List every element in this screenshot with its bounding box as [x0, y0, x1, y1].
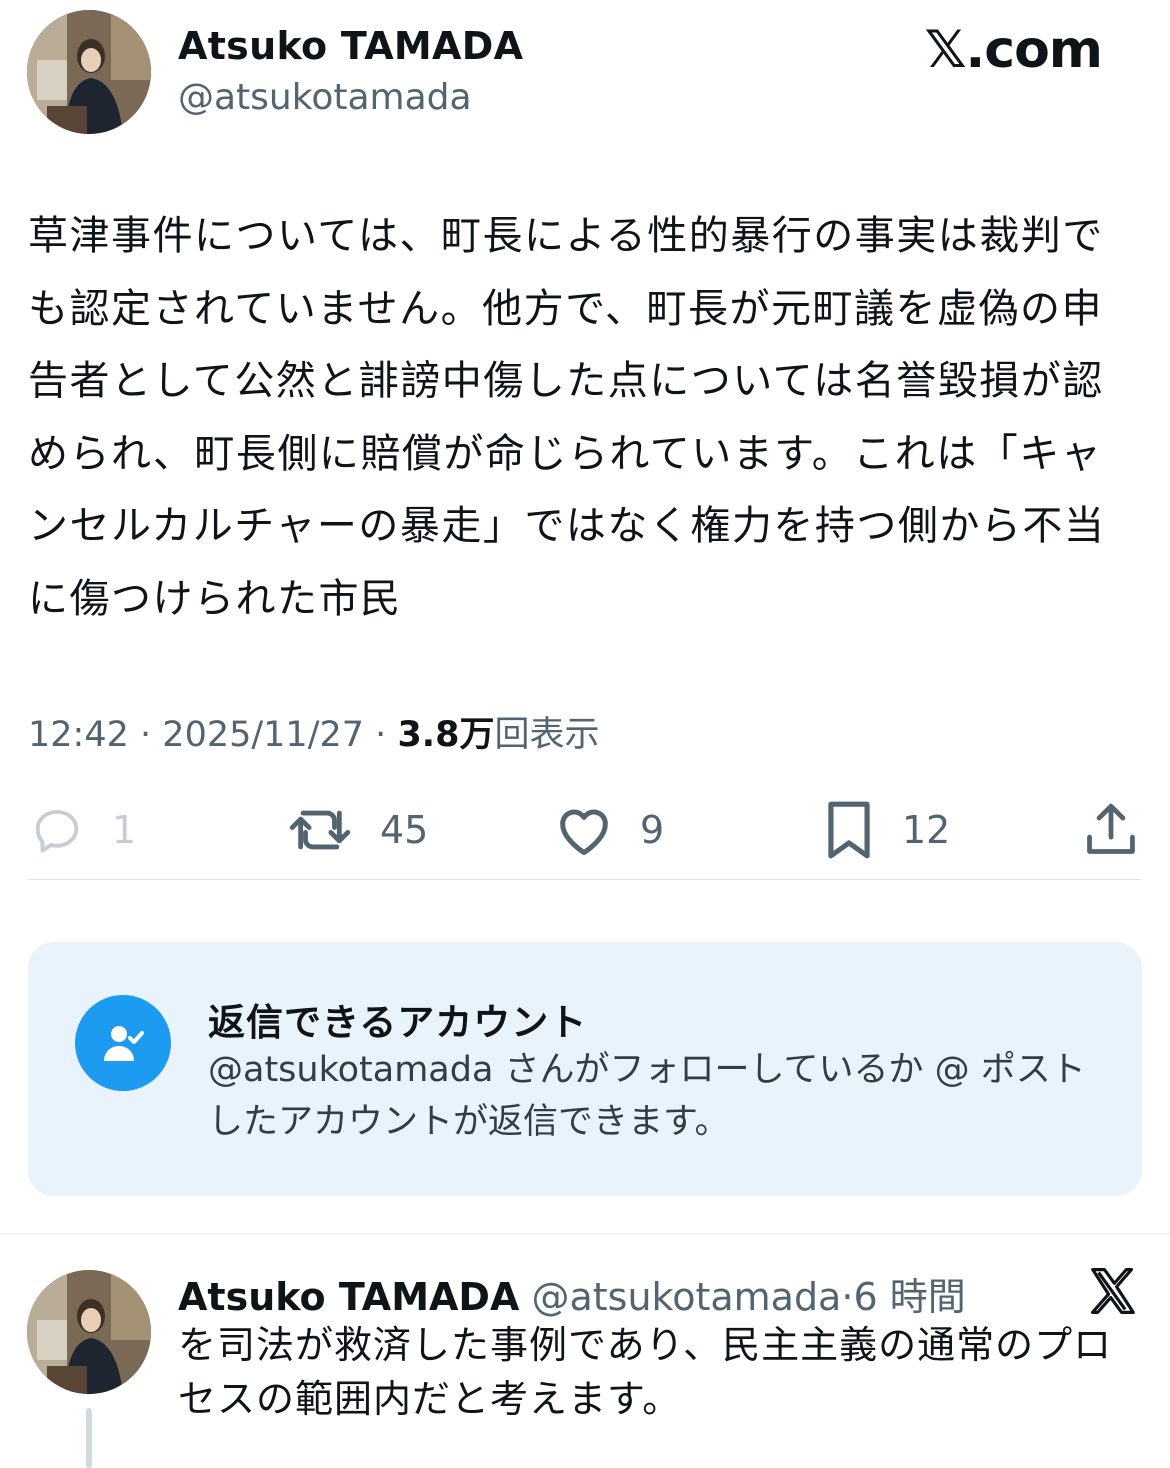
avatar-photo: [27, 10, 151, 134]
x-com-logo: 𝕏.com: [924, 20, 1103, 80]
repost-icon: [289, 810, 351, 850]
post-date[interactable]: 2025/11/27: [162, 715, 364, 755]
meta-separator: ·: [140, 715, 152, 755]
section-divider: [0, 1233, 1170, 1235]
post-text: 草津事件については、町長による性的暴行の事実は裁判でも認定されていません。他方で…: [28, 213, 1106, 622]
share-button[interactable]: [1082, 790, 1140, 870]
thread-author-name[interactable]: Atsuko TAMADA: [178, 1275, 519, 1319]
like-button[interactable]: 9: [554, 790, 664, 870]
thread-author-handle[interactable]: @atsukotamada: [531, 1275, 841, 1319]
meta-separator: ·: [375, 715, 387, 755]
reply-icon: [35, 809, 79, 853]
post-time: 12:42: [28, 715, 129, 755]
avatar-photo: [27, 1270, 151, 1394]
share-icon: [1087, 803, 1135, 854]
repost-count: 45: [380, 808, 429, 852]
x-logo-icon: [1090, 1268, 1135, 1314]
reply-restriction-badge: [75, 995, 171, 1091]
action-bar: 1 45 9 12: [28, 790, 1142, 870]
user-check-icon: [104, 1026, 144, 1061]
thread-connector-line: [86, 1408, 92, 1468]
thread-reply-text: を司法が救済した事例であり、民主主義の通常のプロセスの範囲内だと考えます。: [178, 1323, 1113, 1421]
author-handle[interactable]: @atsukotamada: [178, 77, 472, 118]
divider: [28, 879, 1142, 880]
repost-button[interactable]: 45: [286, 790, 428, 870]
bookmark-icon: [828, 801, 870, 859]
thread-reply-time[interactable]: 6 時間: [853, 1275, 965, 1319]
post-meta: 12:42 · 2025/11/27 · 3.8万回表示: [28, 706, 599, 757]
reply-restriction-description: @atsukotamada さんがフォローしているか @ ポストしたアカウントが…: [208, 1050, 1086, 1142]
author-display-name[interactable]: Atsuko TAMADA: [178, 24, 523, 68]
reply-count: 1: [112, 808, 137, 852]
bookmark-count: 12: [902, 808, 951, 852]
reply-restriction-notice: 返信できるアカウント @atsukotamada さんがフォローしているか @ …: [28, 942, 1142, 1196]
reply-restriction-title: 返信できるアカウント: [208, 1001, 588, 1044]
views-label: 回表示: [494, 715, 600, 755]
thread-avatar[interactable]: [27, 1270, 151, 1394]
bookmark-button[interactable]: 12: [822, 790, 950, 870]
avatar[interactable]: [27, 10, 151, 134]
like-icon: [560, 809, 608, 855]
like-count: 9: [640, 808, 665, 852]
views-count: 3.8万: [397, 715, 495, 755]
reply-button[interactable]: 1: [28, 790, 136, 870]
meta-separator: ·: [841, 1275, 854, 1319]
thread-reply-header: Atsuko TAMADA @atsukotamada·6 時間: [178, 1266, 966, 1321]
